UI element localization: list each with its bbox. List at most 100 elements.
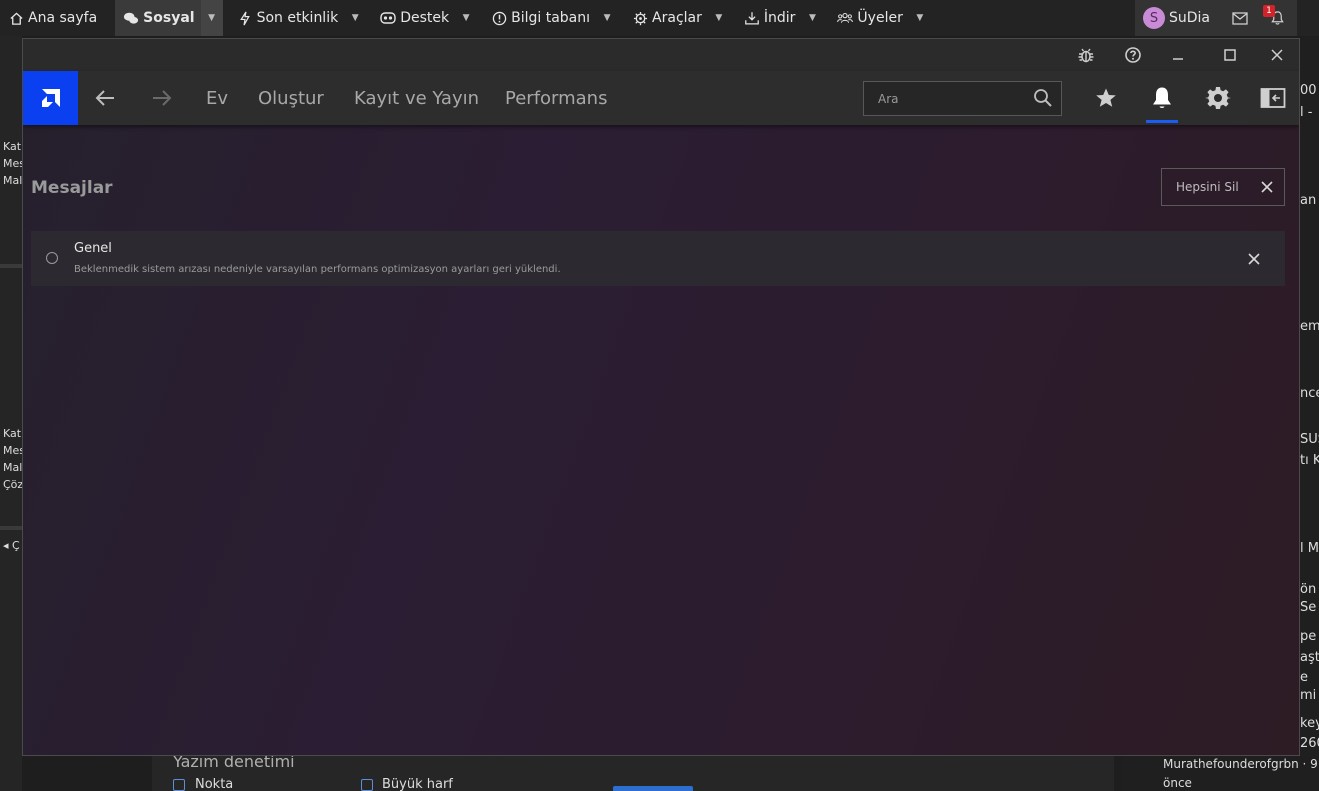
- message-body: Beklenmedik sistem arızası nedeniyle var…: [74, 264, 561, 275]
- nav-home[interactable]: Ana sayfa: [0, 0, 103, 36]
- dismiss-message-icon[interactable]: [1247, 251, 1261, 270]
- support-icon: [380, 10, 396, 26]
- background-right-column: 00 l - an eme nce SUS tı K l M ön Se pe …: [1300, 36, 1319, 791]
- background-editor-options: Yazım denetimi Nokta Büyük harf: [152, 752, 1114, 791]
- nav-recent-activity-dropdown[interactable]: ▼: [344, 0, 366, 36]
- nav-knowledge-base[interactable]: Bilgi tabanı: [483, 0, 596, 36]
- bg-left-text: Katı: [3, 140, 22, 153]
- checkbox-period[interactable]: [173, 779, 185, 791]
- checkbox-period-label: Nokta: [195, 777, 234, 791]
- chat-bubbles-icon: [123, 10, 139, 26]
- avatar: S: [1143, 7, 1165, 29]
- bg-right-text: an: [1300, 193, 1317, 208]
- tab-create[interactable]: Oluştur: [258, 88, 324, 109]
- bg-left-text: Katı: [3, 427, 22, 440]
- settings-gear-icon[interactable]: [1204, 84, 1232, 112]
- forward-arrow-icon[interactable]: [148, 84, 176, 112]
- search-input[interactable]: [864, 82, 1024, 115]
- bg-right-text: e: [1300, 670, 1308, 685]
- maximize-icon[interactable]: [1218, 43, 1242, 67]
- bg-left-text: Çöz: [3, 478, 22, 491]
- nav-tools[interactable]: Araçlar: [624, 0, 708, 36]
- bg-right-text: SUS: [1300, 432, 1319, 447]
- background-activity-item: Murathefounderofgrbn · 9 önce: [1122, 756, 1318, 791]
- bg-right-text: pe: [1300, 629, 1317, 644]
- minimize-icon[interactable]: [1166, 43, 1190, 67]
- checkbox-capital[interactable]: [361, 779, 373, 791]
- divider: [0, 264, 22, 268]
- tab-home[interactable]: Ev: [206, 88, 228, 109]
- favorites-star-icon[interactable]: [1092, 84, 1120, 112]
- nav-recent-activity-label: Son etkinlik: [256, 10, 339, 26]
- user-name: SuDia: [1169, 10, 1211, 26]
- nav-tools-dropdown[interactable]: ▼: [708, 0, 730, 36]
- nav-knowledge-base-dropdown[interactable]: ▼: [596, 0, 618, 36]
- messages-page: Mesajlar Hepsini Sil Genel Beklenmedik s…: [23, 125, 1299, 755]
- nav-members-dropdown[interactable]: ▼: [909, 0, 931, 36]
- nav-support-dropdown[interactable]: ▼: [455, 0, 477, 36]
- bg-right-text: Se: [1300, 600, 1317, 615]
- app-header: Ev Oluştur Kayıt ve Yayın Performans: [23, 71, 1299, 125]
- divider: [0, 526, 22, 530]
- nav-support[interactable]: Destek: [372, 0, 455, 36]
- bg-right-text: mi: [1300, 688, 1317, 703]
- nav-social[interactable]: Sosyal: [115, 0, 201, 36]
- panel-toggle-icon[interactable]: [1259, 84, 1287, 112]
- amd-logo[interactable]: [23, 71, 78, 125]
- bg-right-text: eme: [1300, 319, 1319, 334]
- message-title: Genel: [74, 241, 112, 256]
- activity-author[interactable]: Murathefounderofgrbn · 9: [1163, 757, 1318, 771]
- tab-performance[interactable]: Performans: [505, 88, 607, 109]
- bg-right-text: aşt: [1300, 650, 1319, 665]
- bg-right-text: nce: [1300, 386, 1319, 401]
- nav-knowledge-base-label: Bilgi tabanı: [511, 10, 591, 26]
- checkbox-capital-label: Büyük harf: [382, 777, 453, 791]
- submit-button-edge[interactable]: [613, 786, 693, 791]
- nav-tools-label: Araçlar: [652, 10, 702, 26]
- nav-home-label: Ana sayfa: [28, 10, 98, 26]
- search-icon[interactable]: [1033, 88, 1053, 112]
- bg-right-text: tı K: [1300, 453, 1319, 468]
- nav-members[interactable]: Üyeler: [829, 0, 908, 36]
- nav-download[interactable]: İndir: [736, 0, 802, 36]
- mail-icon[interactable]: [1232, 11, 1248, 25]
- bg-right-text: l M: [1300, 541, 1319, 556]
- bg-left-text: Mal: [3, 461, 22, 474]
- nav-support-label: Destek: [400, 10, 450, 26]
- bg-right-text: 00: [1300, 83, 1317, 98]
- bg-left-text: Mal: [3, 174, 22, 187]
- users-icon: [837, 10, 854, 26]
- clear-all-button[interactable]: Hepsini Sil: [1161, 168, 1285, 206]
- bg-left-text: Mes: [3, 444, 22, 457]
- page-title: Mesajlar: [31, 178, 113, 198]
- nav-recent-activity[interactable]: Son etkinlik: [229, 0, 345, 36]
- search-box: [863, 81, 1062, 116]
- download-icon: [744, 10, 760, 26]
- amd-software-window: Ev Oluştur Kayıt ve Yayın Performans Mes…: [22, 38, 1300, 756]
- info-circle-icon: [491, 10, 507, 26]
- help-icon[interactable]: [1121, 43, 1145, 67]
- nav-social-dropdown[interactable]: ▼: [200, 0, 223, 36]
- notification-badge: 1: [1263, 5, 1275, 17]
- active-tab-indicator: [1146, 120, 1178, 123]
- bg-left-text[interactable]: ◂ Ç: [3, 539, 20, 552]
- close-icon: [1260, 179, 1274, 198]
- bg-right-text: ön: [1300, 582, 1317, 597]
- message-item[interactable]: Genel Beklenmedik sistem arızası nedeniy…: [31, 231, 1285, 286]
- clear-all-label: Hepsini Sil: [1176, 180, 1239, 194]
- tab-record-and-stream[interactable]: Kayıt ve Yayın: [354, 88, 479, 109]
- gear-icon: [632, 10, 648, 26]
- activity-time: önce: [1163, 776, 1192, 790]
- forum-top-nav: Ana sayfa Sosyal ▼ Son etkinlik ▼ Destek…: [0, 0, 1319, 36]
- bg-left-text: Mes: [3, 157, 22, 170]
- bg-right-text: key: [1300, 716, 1319, 731]
- bug-report-icon[interactable]: [1074, 43, 1098, 67]
- close-icon[interactable]: [1265, 43, 1289, 67]
- nav-social-label: Sosyal: [143, 10, 195, 26]
- bg-right-text: l -: [1300, 105, 1313, 120]
- notifications-bell-icon[interactable]: [1148, 84, 1176, 112]
- nav-download-dropdown[interactable]: ▼: [801, 0, 823, 36]
- bolt-icon: [237, 10, 253, 26]
- back-arrow-icon[interactable]: [91, 84, 119, 112]
- message-read-radio[interactable]: [46, 252, 58, 264]
